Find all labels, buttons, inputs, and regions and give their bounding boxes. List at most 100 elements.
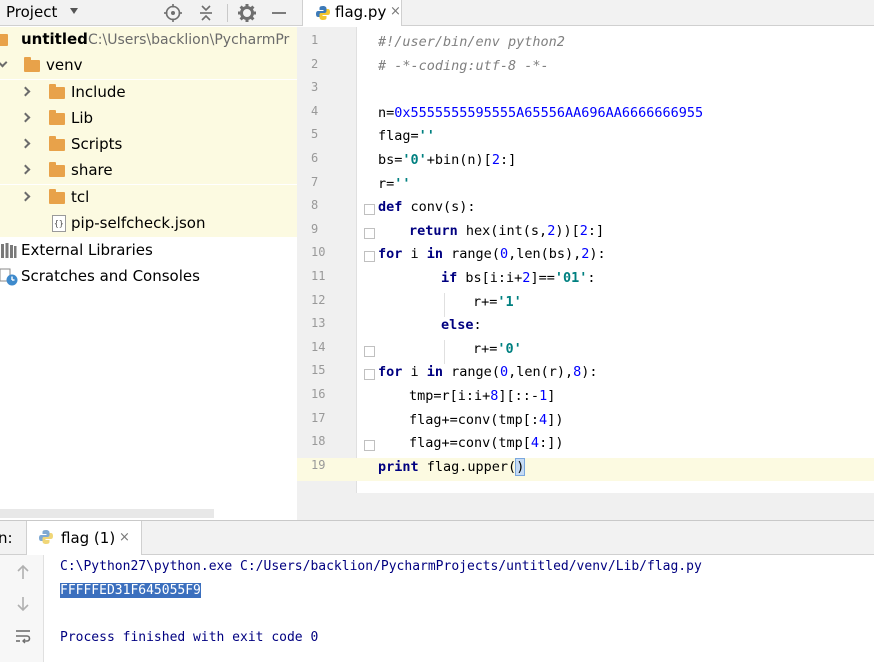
chevron-right-icon[interactable] [20, 191, 31, 202]
code-string: '0' [497, 340, 522, 357]
console-output-area[interactable]: C:\Python27\python.exe C:/Users/backlion… [60, 555, 874, 662]
line-number: 11 [311, 269, 326, 283]
tree-item-include[interactable]: Include [0, 80, 297, 106]
code-number: 1 [539, 388, 548, 404]
tree-item-lib[interactable]: Lib [0, 106, 297, 132]
soft-wrap-icon[interactable] [14, 627, 32, 645]
code-token: flag+=conv(tmp[: [409, 411, 540, 428]
code-token: n= [378, 104, 395, 121]
line-number: 4 [311, 103, 319, 118]
code-token: :]) [539, 435, 564, 452]
tree-item-label: External Libraries [21, 241, 153, 259]
code-token: hex(int(s, [457, 222, 548, 239]
code-keyword: in [426, 246, 444, 263]
code-line: 8 def conv(s): [297, 198, 874, 222]
line-number: 14 [311, 339, 326, 354]
code-token: tmp=r[i:i+ [409, 388, 491, 404]
line-number: 1 [311, 33, 319, 47]
python-file-icon [316, 6, 330, 20]
line-number: 19 [311, 457, 326, 472]
python-run-icon [39, 530, 53, 544]
code-token: i [402, 246, 427, 263]
code-comment: #!/user/bin/env python2 [378, 34, 565, 50]
target-icon[interactable] [163, 3, 183, 23]
up-arrow-icon[interactable] [14, 563, 32, 581]
tree-item-label: tcl [71, 188, 90, 206]
code-token: ][::- [498, 388, 540, 404]
chevron-right-icon[interactable] [20, 164, 31, 175]
code-string: '' [394, 175, 411, 192]
console-exit-message: Process finished with exit code 0 [60, 630, 319, 645]
tree-item-external-libraries[interactable]: External Libraries [0, 238, 297, 264]
line-number: 8 [311, 198, 319, 213]
code-line: 15 for i in range(0,len(r),8): [297, 363, 874, 387]
code-line: 16 tmp=r[i:i+8][::-1] [297, 387, 874, 411]
line-number: 13 [311, 316, 326, 331]
code-token: +bin(n)[ [426, 152, 492, 168]
console-output-selected[interactable]: FFFFFED31F645055F9 [60, 583, 201, 598]
tab-flag-py[interactable]: flag.py × [302, 0, 402, 26]
code-line: 7 r='' [297, 175, 874, 199]
tab-run-flag[interactable]: flag (1) × [26, 521, 142, 555]
code-token: :] [587, 222, 605, 239]
gear-icon[interactable] [237, 3, 257, 23]
tree-item-label: pip-selfcheck.json [71, 214, 206, 232]
editor-bottom-area [297, 493, 874, 520]
editor-tab-bar: flag.py × [297, 0, 874, 26]
code-token: ,len(bs), [508, 246, 582, 263]
code-line: 13 else: [297, 316, 874, 340]
code-token: ): [589, 246, 606, 263]
chevron-right-icon[interactable] [20, 138, 31, 149]
run-panel: n: flag (1) × C:\Python27\python.exe C:/… [0, 520, 874, 662]
fold-marker-icon[interactable] [364, 369, 375, 381]
tree-item-share[interactable]: share [0, 158, 297, 184]
collapse-icon[interactable] [196, 3, 216, 23]
chevron-down-icon[interactable] [70, 8, 78, 14]
close-icon[interactable]: × [390, 4, 401, 19]
fold-marker-icon[interactable] [364, 251, 375, 263]
tree-item-tcl[interactable]: tcl [0, 185, 297, 211]
text-caret: ) [515, 457, 526, 476]
code-line: 4 n=0x5555555595555A65556AA696AA66666669… [297, 104, 874, 128]
code-keyword: for [378, 364, 403, 381]
code-editor[interactable]: 1 #!/user/bin/env python2 2 # -*-coding:… [297, 27, 874, 520]
folder-icon [24, 57, 40, 72]
code-token: r+= [473, 293, 498, 310]
fold-marker-icon[interactable] [364, 345, 375, 357]
line-number: 18 [311, 434, 326, 449]
tree-item-venv[interactable]: venv [0, 53, 297, 79]
tree-item-untitled[interactable]: untitled C:\Users\backlion\PycharmPr [0, 27, 297, 53]
code-token: : [473, 317, 482, 334]
chevron-down-icon[interactable] [0, 57, 8, 68]
chevron-right-icon[interactable] [20, 86, 31, 97]
code-line: 17 flag+=conv(tmp[:4]) [297, 411, 874, 435]
tree-item-scripts[interactable]: Scripts [0, 132, 297, 158]
fold-marker-icon[interactable] [364, 204, 375, 216]
code-token: ]== [530, 270, 555, 286]
code-string: '01' [554, 270, 588, 286]
tree-item-scratches[interactable]: Scratches and Consoles [0, 264, 297, 290]
code-number: 2 [491, 152, 500, 168]
down-arrow-icon[interactable] [14, 595, 32, 613]
line-number: 7 [311, 174, 319, 189]
project-view-selector[interactable]: Project [6, 3, 57, 21]
tree-scrollbar[interactable] [0, 509, 214, 518]
tree-item-label: untitled [21, 30, 88, 48]
code-number: 4 [539, 411, 548, 428]
folder-icon [49, 84, 65, 99]
fold-marker-icon[interactable] [364, 440, 375, 452]
code-line-current: 19 print flag.upper() [297, 457, 874, 482]
line-number: 6 [311, 151, 319, 165]
fold-marker-icon[interactable] [364, 227, 375, 239]
tree-item-label: Scratches and Consoles [21, 267, 200, 285]
code-line: 1 #!/user/bin/env python2 [297, 33, 874, 57]
code-line: 12 r+='1' [297, 292, 874, 317]
minimize-icon[interactable] [269, 3, 289, 23]
close-icon[interactable]: × [119, 530, 130, 545]
folder-icon [49, 162, 65, 177]
line-number: 5 [311, 127, 319, 142]
tree-item-pip-selfcheck[interactable]: {} pip-selfcheck.json [0, 211, 297, 237]
chevron-right-icon[interactable] [20, 112, 31, 123]
code-token: bs[i:i+ [457, 270, 523, 286]
code-line: 6 bs='0'+bin(n)[2:] [297, 151, 874, 175]
